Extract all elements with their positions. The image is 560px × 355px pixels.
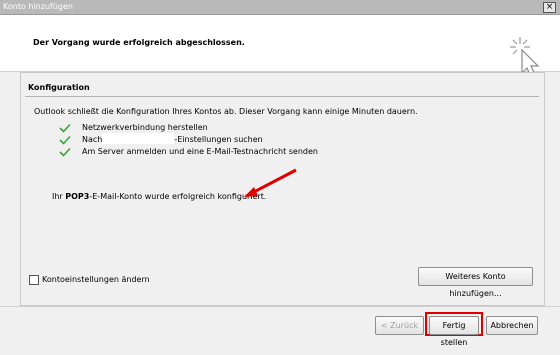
back-button[interactable]: < Zurück [375, 316, 424, 335]
redacted-field [102, 132, 175, 144]
step-label: Netzwerkverbindung herstellen [82, 123, 208, 132]
step-label: Am Server anmelden und eine E-Mail-Testn… [82, 147, 318, 156]
red-arrow-annotation [244, 168, 297, 197]
result-prefix: Ihr [52, 192, 66, 201]
window-title: Konto hinzufügen [3, 2, 73, 11]
section-divider [25, 96, 539, 97]
account-type: POP3 [65, 192, 90, 201]
section-title: Konfiguration [28, 83, 90, 92]
title-bar: Konto hinzufügen × [0, 0, 560, 15]
check-icon [59, 147, 71, 157]
step-label: Nach -Einstellungen suchen [82, 132, 263, 144]
add-another-account-button[interactable]: Weiteres Konto hinzufügen... [418, 267, 533, 298]
change-settings-label[interactable]: Kontoeinstellungen ändern [42, 275, 150, 284]
change-settings-checkbox[interactable] [29, 275, 39, 285]
check-icon [59, 135, 71, 145]
check-icon [59, 123, 71, 133]
footer-divider [0, 306, 560, 307]
add-account-dialog: Konto hinzufügen × Der Vorgang wurde erf… [0, 0, 560, 355]
step-label-suffix: -Einstellungen suchen [174, 135, 263, 144]
close-button[interactable]: × [543, 2, 556, 13]
cancel-button[interactable]: Abbrechen [486, 316, 538, 335]
dialog-header: Der Vorgang wurde erfolgreich abgeschlos… [0, 15, 560, 78]
result-message: Ihr POP3-E-Mail-Konto wurde erfolgreich … [52, 192, 266, 201]
finish-button[interactable]: Fertig stellen [429, 316, 479, 347]
config-description: Outlook schließt die Konfiguration Ihres… [34, 107, 418, 116]
step-label-prefix: Nach [82, 135, 103, 144]
completion-message: Der Vorgang wurde erfolgreich abgeschlos… [33, 38, 245, 47]
